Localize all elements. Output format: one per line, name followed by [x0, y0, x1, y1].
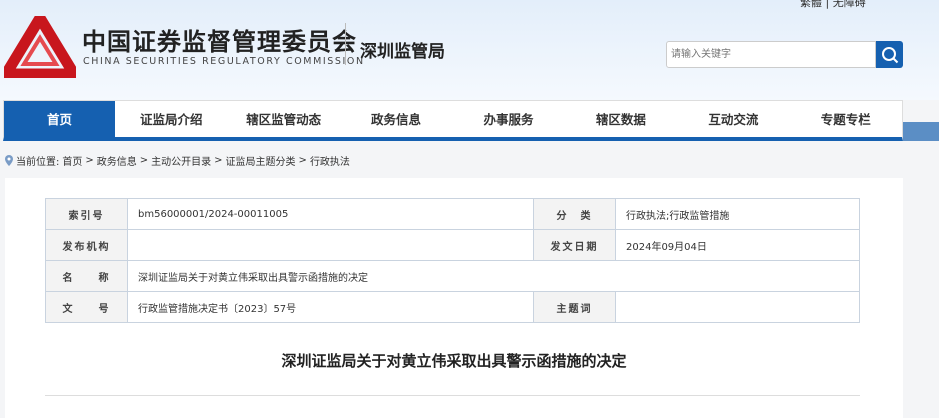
- nav-special-topics[interactable]: 专题专栏: [790, 101, 902, 137]
- nav-about[interactable]: 证监局介绍: [115, 101, 227, 137]
- org-name-en: CHINA SECURITIES REGULATORY COMMISSION: [83, 56, 365, 67]
- sub-org-name: 深圳监管局: [360, 42, 445, 62]
- location-pin-icon: [5, 155, 13, 166]
- csrc-logo-icon: [4, 16, 76, 78]
- docno-value: 行政监管措施决定书〔2023〕57号: [127, 291, 534, 323]
- breadcrumb-link[interactable]: 政务信息: [97, 153, 137, 168]
- table-row: 索引号 bm56000001/2024-00011005 分 类 行政执法;行政…: [45, 198, 860, 230]
- breadcrumb-separator: >: [139, 155, 149, 166]
- name-label: 名 称: [45, 260, 128, 292]
- docno-label: 文 号: [45, 291, 128, 323]
- search-input[interactable]: [666, 41, 876, 68]
- keyword-value: [615, 291, 860, 323]
- date-value: 2024年09月04日: [615, 229, 860, 261]
- nav-regulatory-news[interactable]: 辖区监管动态: [227, 101, 339, 137]
- main-nav: 首页 证监局介绍 辖区监管动态 政务信息 办事服务 辖区数据 互动交流 专题专栏: [3, 100, 903, 141]
- title-divider: [45, 395, 860, 396]
- category-value: 行政执法;行政监管措施: [615, 198, 860, 230]
- nav-data[interactable]: 辖区数据: [565, 101, 677, 137]
- publisher-label: 发布机构: [45, 229, 128, 261]
- nav-government-info[interactable]: 政务信息: [340, 101, 452, 137]
- breadcrumb-prefix: 当前位置:: [16, 157, 60, 168]
- breadcrumb-link[interactable]: 证监局主题分类: [226, 153, 296, 168]
- publisher-value: [127, 229, 534, 261]
- breadcrumb-link[interactable]: 主动公开目录: [151, 153, 211, 168]
- org-name-cn: 中国证券监督管理委员会: [82, 28, 357, 56]
- document-info-table: 索引号 bm56000001/2024-00011005 分 类 行政执法;行政…: [45, 198, 860, 323]
- content-panel: 索引号 bm56000001/2024-00011005 分 类 行政执法;行政…: [5, 178, 903, 418]
- breadcrumb-separator: >: [85, 155, 94, 166]
- search-button[interactable]: [876, 41, 903, 68]
- date-label: 发文日期: [533, 229, 616, 261]
- name-value: 深圳证监局关于对黄立伟采取出具警示函措施的决定: [127, 260, 860, 292]
- top-links[interactable]: 繁體 | 无障碍: [800, 0, 866, 10]
- nav-services[interactable]: 办事服务: [452, 101, 564, 137]
- nav-home[interactable]: 首页: [4, 101, 115, 137]
- breadcrumb-link[interactable]: 首页: [62, 153, 82, 168]
- header-divider: [345, 23, 346, 65]
- breadcrumb: 当前位置: 首页 > 政务信息 > 主动公开目录 > 证监局主题分类 > 行政执法: [5, 153, 350, 168]
- table-row: 名 称 深圳证监局关于对黄立伟采取出具警示函措施的决定: [45, 260, 860, 292]
- nav-interaction[interactable]: 互动交流: [677, 101, 789, 137]
- keyword-label: 主题词: [533, 291, 616, 323]
- breadcrumb-link[interactable]: 行政执法: [310, 153, 350, 168]
- breadcrumb-separator: >: [298, 155, 307, 166]
- table-row: 发布机构 发文日期 2024年09月04日: [45, 229, 860, 261]
- table-row: 文 号 行政监管措施决定书〔2023〕57号 主题词: [45, 291, 860, 323]
- site-header: 繁體 | 无障碍 中国证券监督管理委员会 CHINA SECURITIES RE…: [0, 0, 939, 100]
- search-icon: [881, 46, 898, 63]
- breadcrumb-separator: >: [214, 155, 223, 166]
- document-title: 深圳证监局关于对黄立伟采取出具警示函措施的决定: [281, 352, 627, 370]
- index-label: 索引号: [45, 198, 128, 230]
- index-value: bm56000001/2024-00011005: [127, 198, 534, 230]
- category-label: 分 类: [533, 198, 616, 230]
- nav-bar-extension: [903, 122, 939, 141]
